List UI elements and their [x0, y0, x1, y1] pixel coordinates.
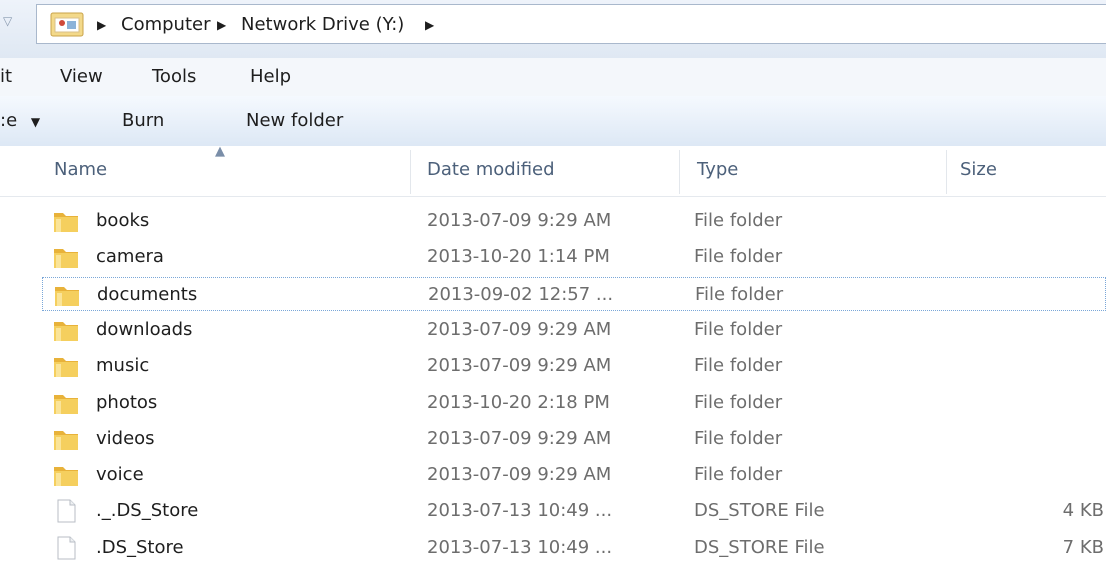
file-type: File folder	[695, 283, 784, 305]
file-row[interactable]: videos 2013-07-09 9:29 AM File folder	[42, 422, 1106, 456]
column-type-label: Type	[697, 159, 739, 180]
file-icon	[53, 499, 79, 523]
file-type: DS_STORE File	[694, 536, 825, 558]
column-name[interactable]: ▲ Name	[0, 144, 410, 196]
menu-help[interactable]: Help	[250, 64, 291, 90]
file-size: 7 KB	[1062, 536, 1104, 558]
file-type: File folder	[694, 246, 783, 268]
folder-icon	[53, 463, 79, 487]
column-date-label: Date modified	[427, 159, 555, 180]
file-name: photos	[96, 391, 158, 413]
folder-icon	[54, 283, 80, 307]
command-toolbar: :e ▼ Burn New folder	[0, 96, 1106, 147]
menu-tools[interactable]: Tools	[152, 64, 196, 90]
breadcrumb-network-drive[interactable]: Network Drive (Y:)	[241, 10, 404, 40]
file-type: File folder	[694, 391, 783, 413]
file-type: File folder	[694, 355, 783, 377]
file-name: ._.DS_Store	[96, 500, 199, 522]
folder-icon	[53, 245, 79, 269]
file-size: 4 KB	[1062, 500, 1104, 522]
file-name: .DS_Store	[96, 536, 184, 558]
file-date-modified: 2013-07-09 9:29 AM	[427, 427, 612, 449]
column-header: ▲ Name Date modified Type Size	[0, 144, 1106, 197]
recent-locations-icon[interactable]: ▽	[3, 14, 17, 28]
menu-edit[interactable]: it	[0, 64, 12, 90]
file-size	[946, 354, 1104, 378]
file-type: File folder	[694, 210, 783, 231]
file-date-modified: 2013-07-09 9:29 AM	[427, 210, 612, 231]
column-size-label: Size	[960, 159, 997, 180]
file-size	[947, 283, 1105, 307]
folder-icon	[53, 354, 79, 378]
file-date-modified: 2013-07-09 9:29 AM	[427, 318, 612, 340]
file-row[interactable]: documents 2013-09-02 12:57 ... File folder	[42, 276, 1106, 311]
dropdown-arrow-icon: ▼	[30, 115, 41, 129]
file-row[interactable]: .DS_Store 2013-07-13 10:49 ... DS_STORE Fi…	[42, 531, 1106, 565]
file-type: File folder	[694, 427, 783, 449]
file-size	[946, 427, 1104, 451]
address-box[interactable]: ▶ Computer ▶ Network Drive (Y:) ▶	[36, 4, 1106, 44]
breadcrumb-arrow-icon[interactable]: ▶	[217, 10, 226, 40]
folder-icon	[53, 318, 79, 342]
file-type: File folder	[694, 464, 783, 486]
file-date-modified: 2013-10-20 2:18 PM	[427, 391, 610, 413]
organize-button[interactable]: :e ▼	[0, 108, 40, 134]
file-date-modified: 2013-07-09 9:29 AM	[427, 464, 612, 486]
file-name: downloads	[96, 318, 193, 340]
sort-ascending-icon: ▲	[215, 144, 225, 159]
file-date-modified: 2013-10-20 1:14 PM	[427, 246, 610, 268]
file-row[interactable]: music 2013-07-09 9:29 AM File folder	[42, 349, 1106, 383]
file-icon	[53, 536, 79, 560]
folder-icon	[53, 427, 79, 451]
file-date-modified: 2013-07-13 10:49 ...	[427, 500, 613, 522]
folder-icon	[53, 391, 79, 415]
file-row[interactable]: photos 2013-10-20 2:18 PM File folder	[42, 386, 1106, 420]
file-type: File folder	[694, 318, 783, 340]
file-row[interactable]: voice 2013-07-09 9:29 AM File folder	[42, 458, 1106, 492]
file-size	[946, 209, 1104, 233]
file-name: camera	[96, 246, 164, 268]
new-folder-button[interactable]: New folder	[246, 108, 343, 134]
column-size[interactable]: Size	[947, 146, 1106, 196]
file-date-modified: 2013-07-09 9:29 AM	[427, 355, 612, 377]
file-date-modified: 2013-09-02 12:57 ...	[428, 283, 614, 305]
breadcrumb-arrow-icon[interactable]: ▶	[97, 10, 106, 40]
folder-icon	[53, 209, 79, 233]
column-type[interactable]: Type	[680, 146, 946, 196]
file-size	[946, 318, 1104, 342]
file-row[interactable]: ._.DS_Store 2013-07-13 10:49 ... DS_STORE …	[42, 494, 1106, 528]
breadcrumb-arrow-icon[interactable]: ▶	[425, 10, 434, 40]
folder-icon	[50, 12, 84, 37]
address-bar: ▽ ▶ Computer ▶ Network Drive (Y:) ▶	[0, 0, 1106, 58]
file-size	[946, 245, 1104, 269]
file-row[interactable]: camera 2013-10-20 1:14 PM File folder	[42, 240, 1106, 274]
file-size	[946, 463, 1104, 487]
file-name: voice	[96, 464, 144, 486]
column-date-modified[interactable]: Date modified	[411, 146, 679, 196]
menu-view[interactable]: View	[60, 64, 103, 90]
breadcrumb-computer[interactable]: Computer	[121, 10, 210, 40]
organize-label: :e	[0, 110, 18, 131]
column-name-label: Name	[54, 159, 108, 180]
file-size	[946, 391, 1104, 415]
file-list: books 2013-07-09 9:29 AM File folder camera…	[0, 204, 1106, 564]
file-row[interactable]: downloads 2013-07-09 9:29 AM File folder	[42, 313, 1106, 347]
file-type: DS_STORE File	[694, 500, 825, 522]
file-name: videos	[96, 427, 155, 449]
file-date-modified: 2013-07-13 10:49 ...	[427, 536, 613, 558]
file-name: documents	[97, 283, 198, 305]
burn-button[interactable]: Burn	[122, 108, 164, 134]
file-name: music	[96, 355, 150, 377]
file-row[interactable]: books 2013-07-09 9:29 AM File folder	[42, 204, 1106, 238]
menu-bar: it View Tools Help	[0, 58, 1106, 97]
file-name: books	[96, 210, 150, 231]
